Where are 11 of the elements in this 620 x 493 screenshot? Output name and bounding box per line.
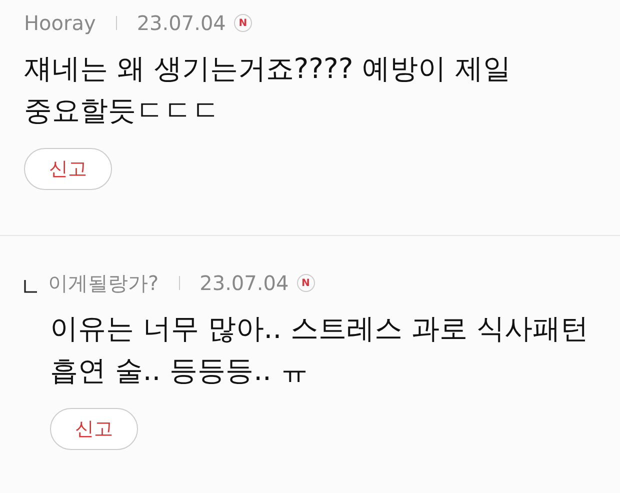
comment-date: 23.07.04 bbox=[136, 11, 226, 35]
new-badge: N bbox=[296, 274, 315, 292]
new-badge: N bbox=[234, 14, 252, 32]
comment-text: 이유는 너무 많아.. 스트레스 과로 식사패턴 흡연 술.. 등등등.. ㅠ bbox=[50, 311, 590, 389]
author-name: Hooray bbox=[24, 11, 96, 35]
reply-icon bbox=[24, 279, 38, 293]
comment-date: 23.07.04 bbox=[200, 271, 289, 295]
comment-text: 쟤네는 왜 생기는거죠???? 예방이 제일 중요할듯ㄷㄷㄷ bbox=[24, 51, 512, 129]
author-name: 이게될랑가? bbox=[48, 270, 159, 296]
report-button[interactable]: 신고 bbox=[50, 408, 138, 450]
report-button[interactable]: 신고 bbox=[24, 148, 112, 190]
